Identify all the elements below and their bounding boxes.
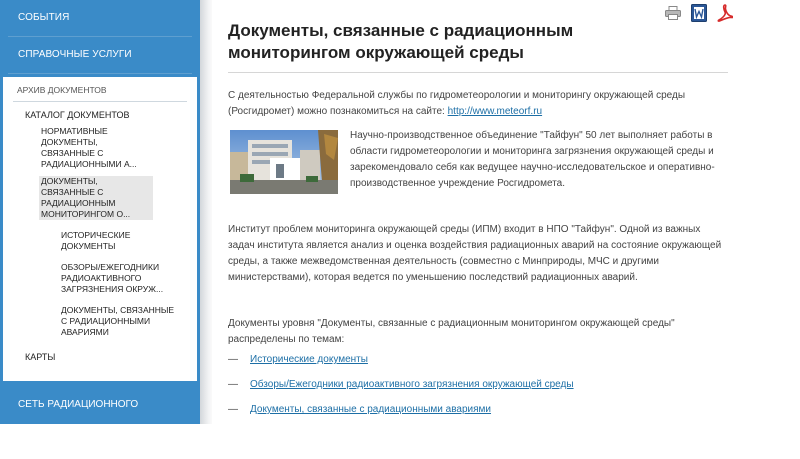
- topic-dash: —: [228, 404, 238, 415]
- main-content: Документы, связанные с радиационным мони…: [212, 0, 742, 424]
- sidebar-item-reference-services[interactable]: СПРАВОЧНЫЕ УСЛУГИ: [0, 37, 200, 73]
- topic-link-yearbooks[interactable]: Обзоры/Ежегодники радиоактивного загрязн…: [250, 379, 574, 390]
- sidebar-item-normative-docs[interactable]: НОРМАТИВНЫЕ ДОКУМЕНТЫ, СВЯЗАННЫЕ С РАДИА…: [41, 126, 153, 170]
- photo-caption-text: Научно-производственное объединение "Тай…: [350, 130, 715, 189]
- meteorf-link[interactable]: http://www.meteorf.ru: [448, 106, 542, 117]
- institute-photo: [230, 130, 338, 194]
- sidebar-item-monitoring-docs[interactable]: ДОКУМЕНТЫ, СВЯЗАННЫЕ С РАДИАЦИОННЫМ МОНИ…: [39, 176, 153, 220]
- archive-panel: АРХИВ ДОКУМЕНТОВ КАТАЛОГ ДОКУМЕНТОВ НОРМ…: [3, 77, 197, 381]
- title-divider: [228, 72, 728, 73]
- sidebar: СОБЫТИЯ СПРАВОЧНЫЕ УСЛУГИ АРХИВ ДОКУМЕНТ…: [0, 0, 200, 448]
- sidebar-item-archive[interactable]: АРХИВ ДОКУМЕНТОВ: [3, 77, 197, 101]
- topic-dash: —: [228, 379, 238, 390]
- sidebar-item-events[interactable]: СОБЫТИЯ: [0, 0, 200, 36]
- topic-dash: —: [228, 354, 238, 365]
- pdf-icon[interactable]: [716, 4, 734, 22]
- sidebar-shadow: [200, 0, 212, 424]
- print-icon[interactable]: [664, 4, 682, 22]
- sidebar-item-monitoring-network[interactable]: СЕТЬ РАДИАЦИОННОГО МОНИТОРИНГА: [0, 386, 200, 448]
- sidebar-item-historical-docs[interactable]: ИСТОРИЧЕСКИЕ ДОКУМЕНТЫ: [61, 230, 176, 252]
- sidebar-item-catalog[interactable]: КАТАЛОГ ДОКУМЕНТОВ: [3, 102, 197, 120]
- topic-link-historical[interactable]: Исторические документы: [250, 354, 368, 365]
- topic-item: — Обзоры/Ежегодники радиоактивного загряз…: [228, 378, 574, 392]
- topic-link-accidents[interactable]: Документы, связанные с радиационными ава…: [250, 404, 491, 415]
- sidebar-item-maps[interactable]: КАРТЫ: [3, 352, 197, 362]
- topic-item: — Документы, связанные с радиационными ав…: [228, 403, 491, 417]
- sidebar-item-yearbooks[interactable]: ОБЗОРЫ/ЕЖЕГОДНИКИ РАДИОАКТИВНОГО ЗАГРЯЗН…: [61, 262, 176, 295]
- sidebar-divider: [8, 73, 192, 74]
- intro-paragraph: С деятельностью Федеральной службы по ги…: [228, 88, 728, 120]
- ipm-paragraph: Институт проблем мониторинга окружающей …: [228, 224, 722, 283]
- topics-intro: Документы уровня "Документы, связанные с…: [228, 318, 675, 345]
- page-bottom-blank: [0, 424, 800, 459]
- word-icon[interactable]: [690, 4, 708, 22]
- page-actions: [664, 4, 734, 22]
- topic-item: — Исторические документы: [228, 353, 368, 367]
- page-title: Документы, связанные с радиационным мони…: [228, 21, 574, 62]
- sidebar-item-accident-docs[interactable]: ДОКУМЕНТЫ, СВЯЗАННЫЕ С РАДИАЦИОННЫМИ АВА…: [61, 305, 176, 338]
